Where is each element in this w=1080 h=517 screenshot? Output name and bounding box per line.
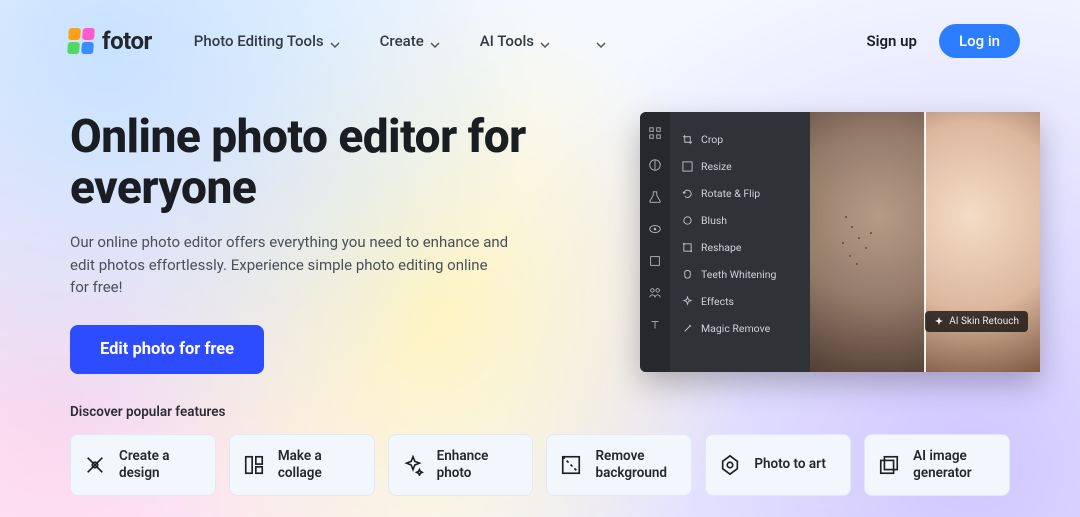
- ai-skin-retouch-chip[interactable]: AI Skin Retouch: [925, 311, 1028, 332]
- hero: Online photo editor for everyone Our onl…: [0, 64, 1080, 374]
- feature-remove-background[interactable]: Remove background: [546, 434, 692, 496]
- mock-photo-preview: AI Skin Retouch: [810, 112, 1040, 372]
- brand-logo-mark: [67, 28, 95, 54]
- feature-create-design[interactable]: Create a design: [70, 434, 216, 496]
- hero-copy: Online photo editor for everyone Our onl…: [70, 112, 610, 374]
- nav-more[interactable]: [590, 36, 606, 46]
- feature-row: Create a design Make a collage Enhance p…: [70, 434, 1010, 496]
- stack-icon: [878, 454, 900, 476]
- tool-magic-remove[interactable]: Magic Remove: [670, 315, 810, 342]
- collage-icon: [243, 454, 265, 476]
- tool-label: Teeth Whitening: [701, 268, 776, 281]
- features-section: Discover popular features Create a desig…: [0, 374, 1080, 496]
- features-heading: Discover popular features: [70, 404, 1010, 420]
- text-icon: [648, 318, 662, 332]
- tool-label: Crop: [701, 133, 723, 146]
- crop-icon: [682, 134, 693, 145]
- flask-icon: [648, 190, 662, 204]
- tool-label: Effects: [701, 295, 734, 308]
- tool-label: Resize: [701, 160, 732, 173]
- feature-photo-to-art[interactable]: Photo to art: [705, 434, 851, 496]
- nav-label: AI Tools: [480, 32, 534, 50]
- chevron-down-icon: [430, 36, 440, 46]
- tool-crop[interactable]: Crop: [670, 126, 810, 153]
- login-button[interactable]: Log in: [939, 24, 1020, 58]
- tool-label: Reshape: [701, 241, 741, 254]
- eye-icon: [648, 222, 662, 236]
- resize-icon: [682, 161, 693, 172]
- hero-illustration: Crop Resize Rotate & Flip Blush Reshape: [640, 112, 1040, 374]
- frame-icon: [648, 254, 662, 268]
- feature-label: Create a design: [119, 448, 202, 482]
- feature-ai-image-generator[interactable]: AI image generator: [864, 434, 1010, 496]
- art-icon: [719, 454, 741, 476]
- chevron-down-icon: [330, 36, 340, 46]
- blush-icon: [682, 215, 693, 226]
- feature-label: Make a collage: [278, 448, 361, 482]
- tool-blush[interactable]: Blush: [670, 207, 810, 234]
- grid-icon: [648, 126, 662, 140]
- signup-link[interactable]: Sign up: [866, 32, 917, 50]
- feature-label: Photo to art: [754, 456, 826, 473]
- mock-tool-list: Crop Resize Rotate & Flip Blush Reshape: [670, 112, 810, 372]
- feature-label: AI image generator: [913, 448, 996, 482]
- feature-label: Enhance photo: [437, 448, 520, 482]
- sparkle-icon: [682, 296, 693, 307]
- mock-left-rail: [640, 112, 670, 372]
- header: fotor Photo Editing Tools Create AI Tool…: [0, 0, 1080, 64]
- people-icon: [648, 286, 662, 300]
- adjust-icon: [648, 158, 662, 172]
- tool-reshape[interactable]: Reshape: [670, 234, 810, 261]
- chevron-down-icon: [596, 36, 606, 46]
- nav-label: Photo Editing Tools: [194, 32, 324, 50]
- brand-name: fotor: [102, 27, 152, 55]
- sparkle-icon: [934, 317, 944, 327]
- wand-icon: [682, 323, 693, 334]
- main-nav: Photo Editing Tools Create AI Tools: [194, 32, 606, 50]
- hero-title: Online photo editor for everyone: [70, 112, 610, 213]
- hero-description: Our online photo editor offers everythin…: [70, 231, 510, 299]
- edit-photo-button[interactable]: Edit photo for free: [70, 325, 264, 374]
- tool-label: Magic Remove: [701, 322, 770, 335]
- rotate-icon: [682, 188, 693, 199]
- tool-rotate[interactable]: Rotate & Flip: [670, 180, 810, 207]
- reshape-icon: [682, 242, 693, 253]
- teeth-icon: [682, 269, 693, 280]
- feature-make-collage[interactable]: Make a collage: [229, 434, 375, 496]
- design-icon: [84, 454, 106, 476]
- feature-enhance-photo[interactable]: Enhance photo: [388, 434, 534, 496]
- nav-label: Create: [380, 32, 424, 50]
- feature-label: Remove background: [595, 448, 678, 482]
- sparkle-icon: [402, 454, 424, 476]
- background-remove-icon: [560, 454, 582, 476]
- chip-label: AI Skin Retouch: [949, 316, 1019, 327]
- tool-label: Rotate & Flip: [701, 187, 760, 200]
- brand-logo[interactable]: fotor: [68, 27, 152, 55]
- tool-resize[interactable]: Resize: [670, 153, 810, 180]
- chevron-down-icon: [540, 36, 550, 46]
- tool-label: Blush: [701, 214, 727, 227]
- tool-effects[interactable]: Effects: [670, 288, 810, 315]
- nav-ai-tools[interactable]: AI Tools: [480, 32, 550, 50]
- nav-photo-editing-tools[interactable]: Photo Editing Tools: [194, 32, 340, 50]
- tool-teeth-whitening[interactable]: Teeth Whitening: [670, 261, 810, 288]
- nav-create[interactable]: Create: [380, 32, 440, 50]
- mock-editor: Crop Resize Rotate & Flip Blush Reshape: [640, 112, 1040, 372]
